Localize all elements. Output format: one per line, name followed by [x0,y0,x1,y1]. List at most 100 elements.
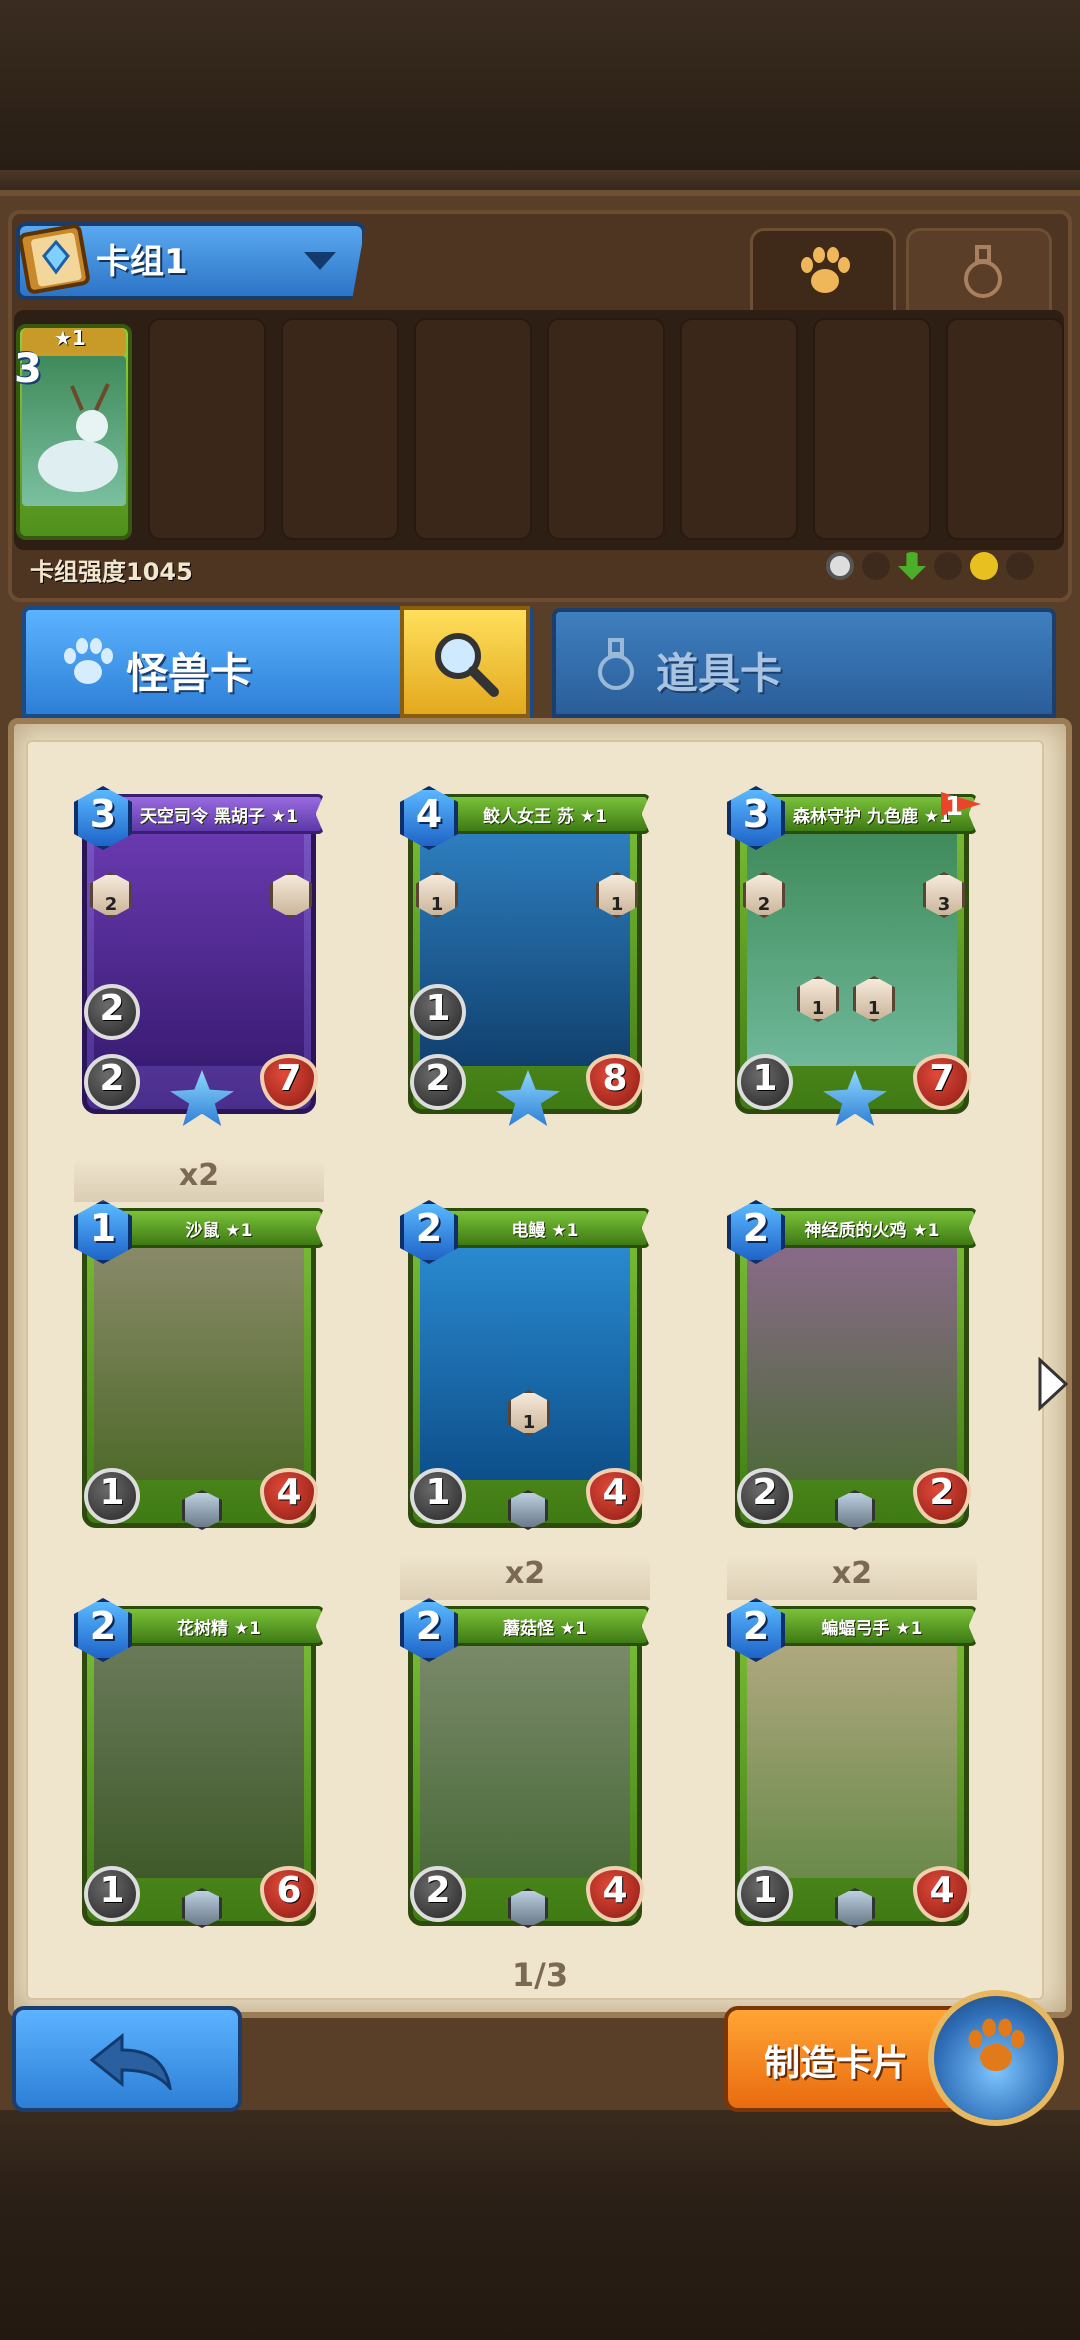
card-health: 8 [602,1058,628,1099]
back-button[interactable] [12,2006,242,2112]
card-attack: 1 [752,1058,778,1099]
card-attack: 1 [425,1472,451,1513]
card-attack: 2 [752,1472,778,1513]
deck-slot-empty[interactable] [414,318,532,540]
ability-value: 2 [757,894,771,915]
ability-value: 1 [430,894,444,915]
card-attack: 2 [425,1058,451,1099]
ability-value: 1 [811,998,825,1019]
card-extra-stat: 2 [99,988,125,1029]
card-book-icon [18,224,90,294]
deck-slot-empty[interactable] [148,318,266,540]
monster-card[interactable]: 森林守护 九色鹿 ★1 3 1 7 2 3 1 1 1 [727,786,981,1126]
card-health: 4 [602,1472,628,1513]
card-attack: 1 [99,1870,125,1911]
back-arrow-icon [89,2032,172,2090]
card-art [420,1642,630,1878]
card-name: 蘑菇怪 ★1 [503,1619,587,1639]
card-health: 4 [276,1472,302,1513]
card-attack: 2 [425,1870,451,1911]
monster-card[interactable]: 蘑菇怪 ★1 2 2 4 [400,1598,650,1938]
next-page-arrow-icon[interactable] [1036,1356,1070,1412]
claw-filter-icon[interactable] [862,552,890,580]
fist-filter-icon[interactable] [1006,552,1034,580]
card-cost: 2 [742,1206,770,1250]
card-attack: 1 [99,1472,125,1513]
bottom-wood-background [0,2110,1080,2340]
card-art [94,1642,304,1878]
monster-card[interactable]: 电鳗 ★1 2 1 4 1 [400,1200,650,1540]
monster-card[interactable]: 天空司令 黑胡子 ★1 3 2 7 2 2 [74,786,324,1126]
ability-value: 1 [610,894,624,915]
card-attack: 2 [99,1058,125,1099]
ability-value: 1 [867,998,881,1019]
deck-card-stars: ★1 [54,326,86,350]
card-cost: 2 [415,1604,443,1648]
card-health: 6 [276,1870,302,1911]
filter-icons [826,552,1034,584]
search-icon [435,633,499,697]
potion-icon [964,245,1002,298]
craft-card-label: 制造卡片 [763,2043,908,2084]
ability-value: 2 [104,894,118,915]
flag-count: 1 [945,792,964,822]
card-name: 天空司令 黑胡子 ★1 [140,807,298,827]
deck-power: 卡组强度1045 [30,558,193,586]
card-name: 电鳗 ★1 [511,1221,579,1241]
card-cost: 3 [89,792,117,836]
duplicate-count: x2 [400,1556,650,1600]
ability-value: 3 [937,894,951,915]
card-art [747,830,957,1066]
craft-paw-orb-icon[interactable] [928,1990,1064,2126]
deck-slot-empty[interactable] [680,318,798,540]
card-name: 沙鼠 ★1 [185,1221,253,1241]
duplicate-count: x2 [74,1158,324,1202]
card-name: 蝙蝠弓手 ★1 [821,1619,923,1639]
monster-card[interactable]: 蝙蝠弓手 ★1 2 1 4 [727,1598,977,1938]
leaf-filter-icon[interactable] [934,552,962,580]
monster-card[interactable]: 神经质的火鸡 ★1 2 2 2 [727,1200,977,1540]
card-health: 7 [276,1058,302,1099]
top-wood-background [0,0,1080,200]
monster-card[interactable]: 花树精 ★1 2 1 6 [74,1598,324,1938]
card-cost: 4 [415,792,443,836]
search-button[interactable] [400,606,530,718]
card-name: 鲛人女王 苏 ★1 [483,807,607,827]
deck-slot-empty[interactable] [281,318,399,540]
deck-card-cost: 3 [14,346,42,392]
card-health: 4 [602,1870,628,1911]
card-extra-stat: 1 [425,988,451,1029]
card-art [420,1244,630,1480]
card-cost: 2 [415,1206,443,1250]
card-art [747,1642,957,1878]
monster-card[interactable]: 鲛人女王 苏 ★1 4 2 8 1 1 1 [400,786,650,1126]
card-health: 2 [929,1472,955,1513]
deck-slot-empty[interactable] [547,318,665,540]
deck-title: 卡组1 [96,242,188,282]
deck-slot-empty[interactable] [813,318,931,540]
deck-slot-empty[interactable] [946,318,1064,540]
card-cost: 2 [742,1604,770,1648]
card-cost: 2 [89,1604,117,1648]
card-health: 4 [929,1870,955,1911]
monster-card[interactable]: 沙鼠 ★1 1 1 4 [74,1200,324,1540]
card-cost: 3 [742,792,770,836]
tornado-filter-icon[interactable] [970,552,998,580]
card-attack: 1 [752,1870,778,1911]
chevron-down-icon[interactable] [300,246,340,276]
card-name: 花树精 ★1 [177,1619,261,1639]
card-name: 神经质的火鸡 ★1 [804,1221,940,1241]
paw-icon [801,247,850,293]
card-art [747,1244,957,1480]
duplicate-count: x2 [727,1556,977,1600]
all-filter-icon[interactable] [826,552,854,580]
tab-items-filter[interactable] [906,228,1052,310]
page-indicator: 1/3 [511,1956,569,1994]
tab-monsters-filter[interactable] [750,228,896,310]
ability-value: 1 [522,1412,536,1433]
card-health: 7 [929,1058,955,1099]
tab-items-label: 道具卡 [656,649,783,698]
tab-monster-label: 怪兽卡 [126,649,253,698]
card-cost: 1 [89,1206,117,1250]
green-arrow-filter-icon[interactable] [898,552,926,580]
